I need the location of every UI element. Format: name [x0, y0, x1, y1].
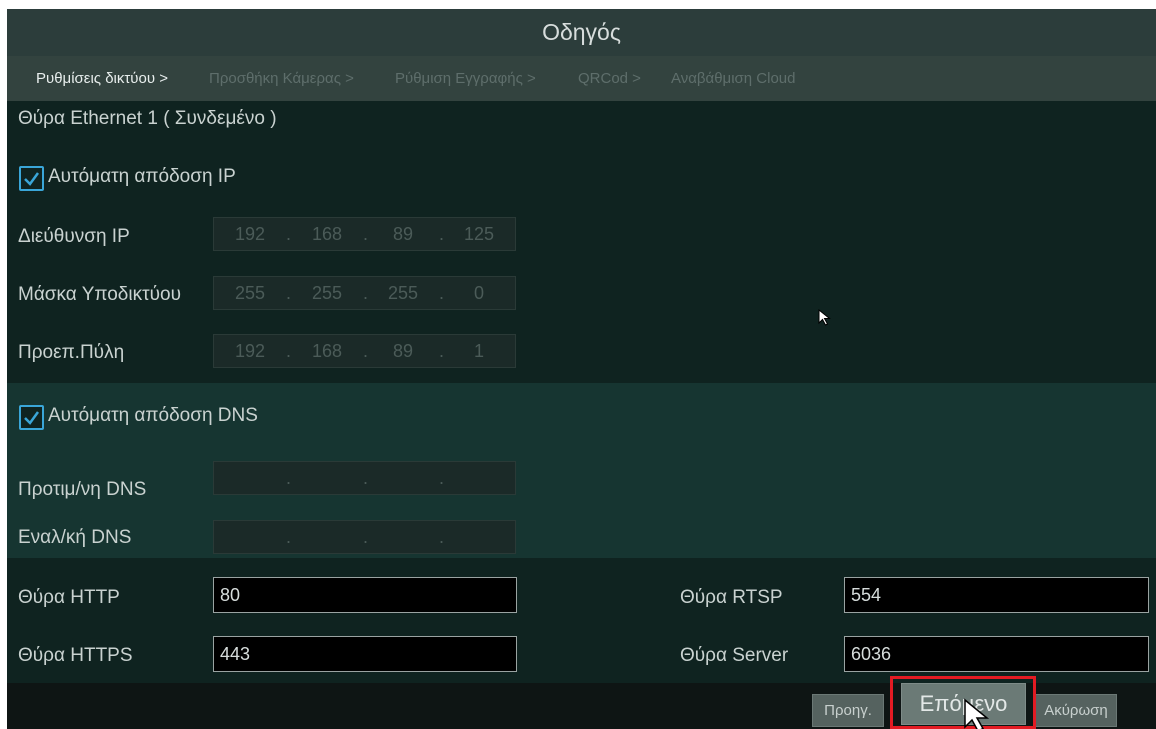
mouse-pointer-icon: [964, 698, 990, 729]
cancel-button[interactable]: Ακύρωση: [1035, 694, 1117, 727]
auto-dns-label: Αυτόματη απόδοση DNS: [48, 405, 258, 426]
server-port-input[interactable]: 6036: [844, 636, 1149, 672]
check-icon: [24, 411, 40, 425]
rtsp-port-input[interactable]: 554: [844, 577, 1149, 613]
ports-section: Θύρα HTTP 80 Θύρα HTTPS 443 Θύρα RTSP 55…: [7, 558, 1156, 683]
breadcrumb: Ρυθμίσεις δικτύου > Προσθήκη Κάμερας > Ρ…: [7, 56, 1156, 101]
gateway-octet-4: 1: [473, 341, 484, 361]
dns-section: Αυτόματη απόδοση DNS Προτιμ/νη DNS . . .…: [7, 383, 1156, 558]
http-port-input[interactable]: 80: [213, 577, 517, 613]
ip-octet-3: 89: [392, 224, 414, 244]
gateway-input[interactable]: 192 . 168 . 89 . 1: [213, 334, 516, 368]
breadcrumb-step-recording: Ρύθμιση Εγγραφής >: [395, 70, 536, 87]
previous-button[interactable]: Προηγ.: [812, 694, 884, 727]
mouse-pointer-icon: [818, 309, 831, 326]
breadcrumb-step-add-camera: Προσθήκη Κάμερας >: [209, 70, 354, 87]
wizard-footer: Προηγ. Ακύρωση Επόμενο: [7, 676, 1156, 729]
ethernet-port-title: Θύρα Ethernet 1 ( Συνδεμένο ): [18, 108, 277, 129]
preferred-dns-input[interactable]: . . .: [213, 461, 516, 495]
wizard-window: Οδηγός Ρυθμίσεις δικτύου > Προσθήκη Κάμε…: [7, 9, 1156, 729]
ip-settings-section: Θύρα Ethernet 1 ( Συνδεμένο ) Αυτόματη α…: [7, 101, 1156, 383]
http-port-label: Θύρα HTTP: [18, 587, 120, 608]
breadcrumb-step-qrcode: QRCod >: [578, 70, 641, 87]
mask-octet-1: 255: [234, 283, 266, 303]
ip-octet-4: 125: [463, 224, 495, 244]
subnet-mask-input[interactable]: 255 . 255 . 255 . 0: [213, 276, 516, 310]
window-title: Οδηγός: [7, 9, 1156, 56]
mask-octet-4: 0: [473, 283, 484, 303]
server-port-label: Θύρα Server: [680, 645, 789, 666]
mask-octet-3: 255: [387, 283, 419, 303]
gateway-octet-1: 192: [234, 341, 266, 361]
ip-address-input[interactable]: 192 . 168 . 89 . 125: [213, 217, 516, 251]
breadcrumb-step-network[interactable]: Ρυθμίσεις δικτύου >: [36, 56, 168, 101]
mask-octet-2: 255: [311, 283, 343, 303]
gateway-octet-2: 168: [311, 341, 343, 361]
https-port-input[interactable]: 443: [213, 636, 517, 672]
ip-octet-1: 192: [234, 224, 266, 244]
preferred-dns-label: Προτιμ/νη DNS: [18, 479, 147, 500]
auto-dns-checkbox[interactable]: [19, 405, 44, 430]
auto-ip-checkbox[interactable]: [19, 166, 44, 191]
rtsp-port-label: Θύρα RTSP: [680, 587, 783, 608]
subnet-mask-label: Μάσκα Υποδικτύου: [18, 284, 181, 305]
alternate-dns-input[interactable]: . . .: [213, 520, 516, 554]
https-port-label: Θύρα HTTPS: [18, 645, 133, 666]
alternate-dns-label: Εναλ/κή DNS: [18, 527, 132, 548]
gateway-label: Προεπ.Πύλη: [18, 342, 125, 363]
ip-address-label: Διεύθυνση IP: [18, 226, 130, 247]
auto-ip-label: Αυτόματη απόδοση IP: [48, 166, 236, 187]
gateway-octet-3: 89: [392, 341, 414, 361]
ip-octet-2: 168: [311, 224, 343, 244]
check-icon: [24, 172, 40, 186]
breadcrumb-step-cloud-upgrade: Αναβάθμιση Cloud: [671, 70, 796, 87]
